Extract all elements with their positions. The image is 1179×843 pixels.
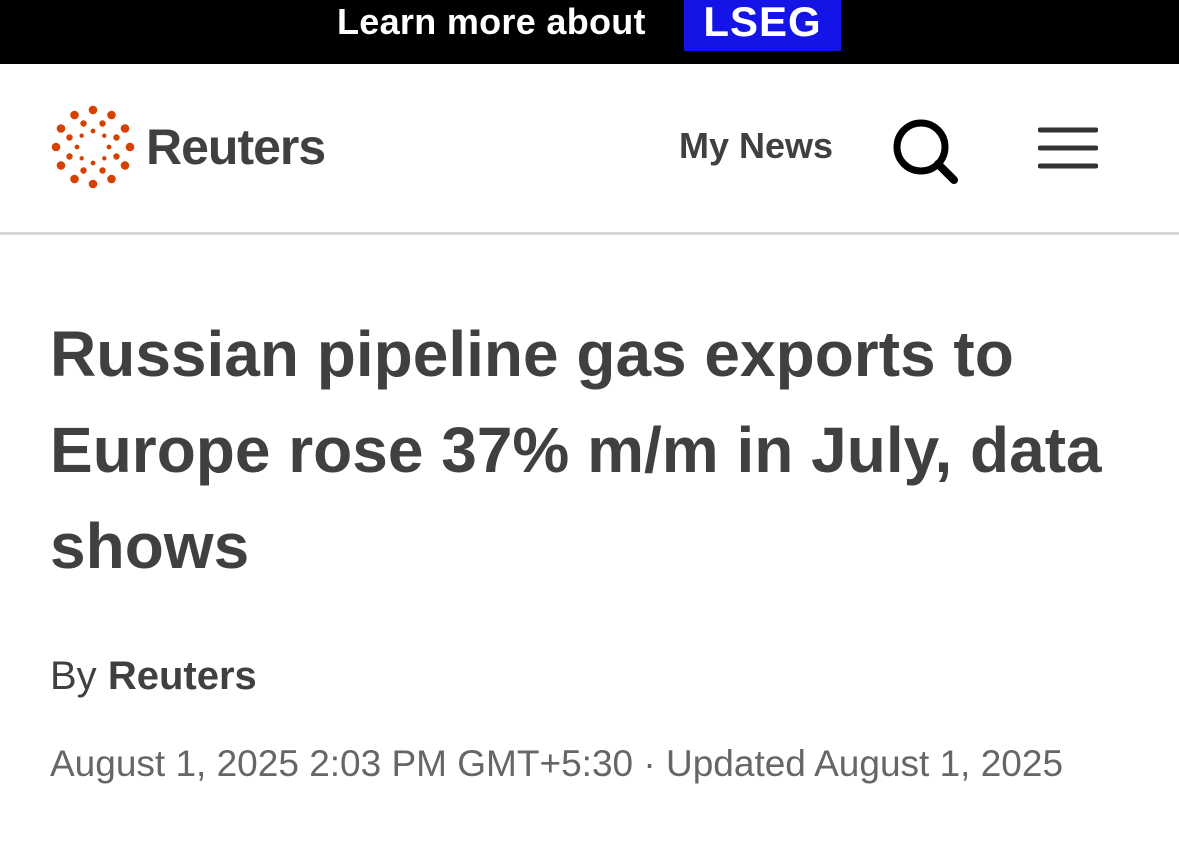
my-news-link[interactable]: My News — [679, 126, 833, 166]
byline: By Reuters — [50, 652, 257, 700]
promo-banner[interactable]: Learn more about LSEG — [0, 0, 1179, 64]
promo-text: Learn more about — [337, 1, 646, 42]
reuters-logo-icon — [51, 105, 135, 189]
article-headline: Russian pipeline gas exports to Europe r… — [50, 318, 1102, 582]
article-dateline: August 1, 2025 2:03 PM GMT+5:30 · Update… — [50, 740, 1063, 788]
updated-time: Updated August 1, 2025 — [665, 743, 1064, 784]
published-time: August 1, 2025 2:03 PM GMT+5:30 — [50, 743, 634, 784]
hamburger-menu-icon[interactable] — [1038, 126, 1098, 170]
dateline-separator: · — [643, 743, 656, 784]
reuters-logo[interactable]: Reuters — [50, 104, 326, 190]
logo-wordmark: Reuters — [146, 119, 326, 175]
byline-author-link[interactable]: Reuters — [108, 654, 257, 698]
site-header: Reuters My News — [0, 64, 1179, 235]
byline-prefix: By — [50, 654, 97, 698]
promo-brand-button[interactable]: LSEG — [684, 0, 841, 51]
search-icon[interactable] — [890, 116, 962, 188]
